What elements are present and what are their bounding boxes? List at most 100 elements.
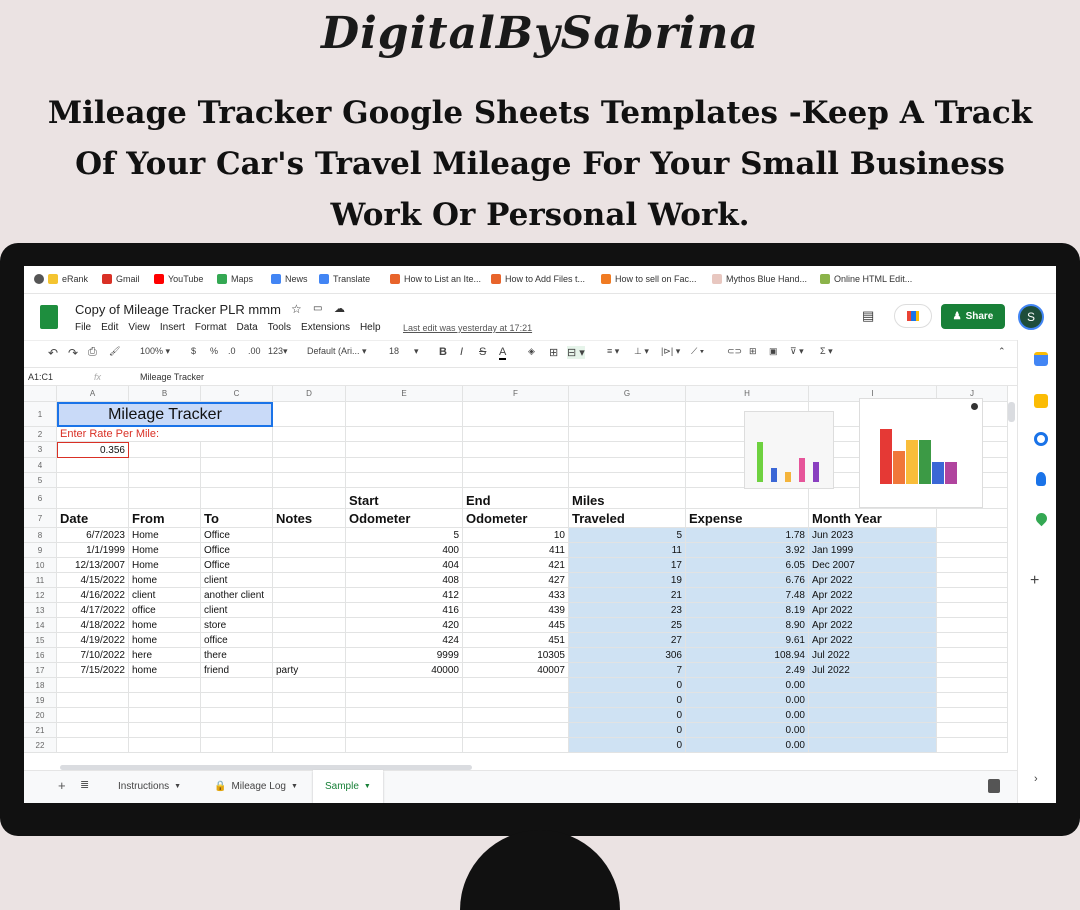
table-cell[interactable]: 25: [569, 618, 686, 633]
table-cell[interactable]: [273, 678, 346, 693]
close-icon[interactable]: [971, 403, 978, 410]
table-cell[interactable]: 0.00: [686, 708, 809, 723]
table-cell[interactable]: [463, 723, 569, 738]
explore-icon[interactable]: [988, 779, 1000, 793]
link-icon[interactable]: ⊂⊃: [727, 346, 742, 357]
cell[interactable]: [937, 509, 1008, 528]
menu-data[interactable]: Data: [237, 322, 258, 333]
sheet-tab[interactable]: Sample ▼: [313, 770, 383, 803]
tasks-icon[interactable]: [1034, 432, 1048, 446]
table-cell[interactable]: [463, 738, 569, 753]
row-header[interactable]: 19: [24, 693, 57, 708]
table-cell[interactable]: Office: [201, 543, 273, 558]
table-cell[interactable]: 5: [569, 528, 686, 543]
cell[interactable]: [937, 693, 1008, 708]
column-header-B[interactable]: B: [129, 386, 201, 402]
row-header[interactable]: 4: [24, 458, 57, 473]
chart-image-2[interactable]: [859, 398, 983, 508]
filter-icon[interactable]: ⊽ ▾: [790, 346, 804, 357]
table-cell[interactable]: [463, 708, 569, 723]
table-cell[interactable]: Apr 2022: [809, 633, 937, 648]
table-cell[interactable]: [129, 723, 201, 738]
zoom-select[interactable]: 100% ▾: [140, 346, 170, 357]
table-cell[interactable]: 4/19/2022: [57, 633, 129, 648]
table-cell[interactable]: Office: [201, 558, 273, 573]
vertical-align-icon[interactable]: ⊥ ▾: [634, 346, 649, 357]
table-cell[interactable]: 0: [569, 693, 686, 708]
table-cell[interactable]: [57, 723, 129, 738]
table-cell[interactable]: 0: [569, 678, 686, 693]
row-header[interactable]: 1: [24, 402, 57, 427]
table-cell[interactable]: [809, 738, 937, 753]
table-cell[interactable]: client: [201, 603, 273, 618]
table-cell[interactable]: 0: [569, 738, 686, 753]
cell[interactable]: [937, 723, 1008, 738]
table-cell[interactable]: [201, 738, 273, 753]
cell[interactable]: [273, 427, 346, 442]
cell[interactable]: [463, 442, 569, 458]
cell[interactable]: [201, 442, 273, 458]
row-header[interactable]: 12: [24, 588, 57, 603]
cell[interactable]: [569, 427, 686, 442]
row-header[interactable]: 13: [24, 603, 57, 618]
star-icon[interactable]: ☆: [291, 302, 302, 316]
table-cell[interactable]: 6.76: [686, 573, 809, 588]
column-header-D[interactable]: D: [273, 386, 346, 402]
add-sheet-icon[interactable]: +: [58, 778, 66, 793]
comments-icon[interactable]: ▤: [862, 308, 874, 324]
paint-format-icon[interactable]: 🖌: [109, 346, 120, 357]
borders-icon[interactable]: ⊞: [549, 346, 558, 359]
cell[interactable]: [569, 458, 686, 473]
table-cell[interactable]: 10: [463, 528, 569, 543]
row-header[interactable]: 14: [24, 618, 57, 633]
cell[interactable]: [201, 473, 273, 488]
last-edit-link[interactable]: Last edit was yesterday at 17:21: [403, 323, 532, 333]
cell[interactable]: [937, 603, 1008, 618]
percent-button[interactable]: %: [210, 346, 218, 356]
all-sheets-icon[interactable]: ≣: [80, 778, 89, 791]
table-cell[interactable]: Apr 2022: [809, 618, 937, 633]
bookmark[interactable]: How to sell on Fac...: [601, 274, 697, 284]
table-cell[interactable]: another client: [201, 588, 273, 603]
table-cell[interactable]: [273, 588, 346, 603]
menu-view[interactable]: View: [128, 322, 150, 333]
table-cell[interactable]: [201, 708, 273, 723]
cell[interactable]: [937, 573, 1008, 588]
table-cell[interactable]: 439: [463, 603, 569, 618]
functions-icon[interactable]: Σ ▾: [820, 346, 833, 357]
merge-cells-icon[interactable]: ⊟ ▾: [567, 346, 585, 359]
row-header[interactable]: 17: [24, 663, 57, 678]
cell[interactable]: [346, 458, 463, 473]
cell[interactable]: [937, 528, 1008, 543]
cell[interactable]: [569, 442, 686, 458]
table-cell[interactable]: home: [129, 663, 201, 678]
table-cell[interactable]: 404: [346, 558, 463, 573]
column-header-C[interactable]: C: [201, 386, 273, 402]
table-cell[interactable]: [129, 693, 201, 708]
cell[interactable]: [569, 402, 686, 427]
table-cell[interactable]: 0.00: [686, 723, 809, 738]
column-title[interactable]: To: [201, 509, 273, 528]
table-cell[interactable]: store: [201, 618, 273, 633]
table-cell[interactable]: 306: [569, 648, 686, 663]
select-all-corner[interactable]: [24, 386, 57, 402]
table-cell[interactable]: [273, 648, 346, 663]
cell[interactable]: Miles: [569, 488, 686, 509]
table-cell[interactable]: 424: [346, 633, 463, 648]
italic-button[interactable]: I: [460, 346, 463, 358]
table-cell[interactable]: [809, 723, 937, 738]
table-cell[interactable]: [273, 528, 346, 543]
table-cell[interactable]: [346, 738, 463, 753]
table-cell[interactable]: 108.94: [686, 648, 809, 663]
table-cell[interactable]: home: [129, 618, 201, 633]
bookmark[interactable]: Maps: [217, 274, 253, 284]
collapse-icon[interactable]: ⌃: [998, 346, 1006, 357]
table-cell[interactable]: 4/17/2022: [57, 603, 129, 618]
bookmark[interactable]: Mythos Blue Hand...: [712, 274, 807, 284]
table-cell[interactable]: [57, 738, 129, 753]
more-formats-button[interactable]: 123▾: [268, 346, 288, 357]
table-cell[interactable]: 0.00: [686, 738, 809, 753]
table-cell[interactable]: [809, 708, 937, 723]
table-cell[interactable]: there: [201, 648, 273, 663]
cell[interactable]: [463, 458, 569, 473]
